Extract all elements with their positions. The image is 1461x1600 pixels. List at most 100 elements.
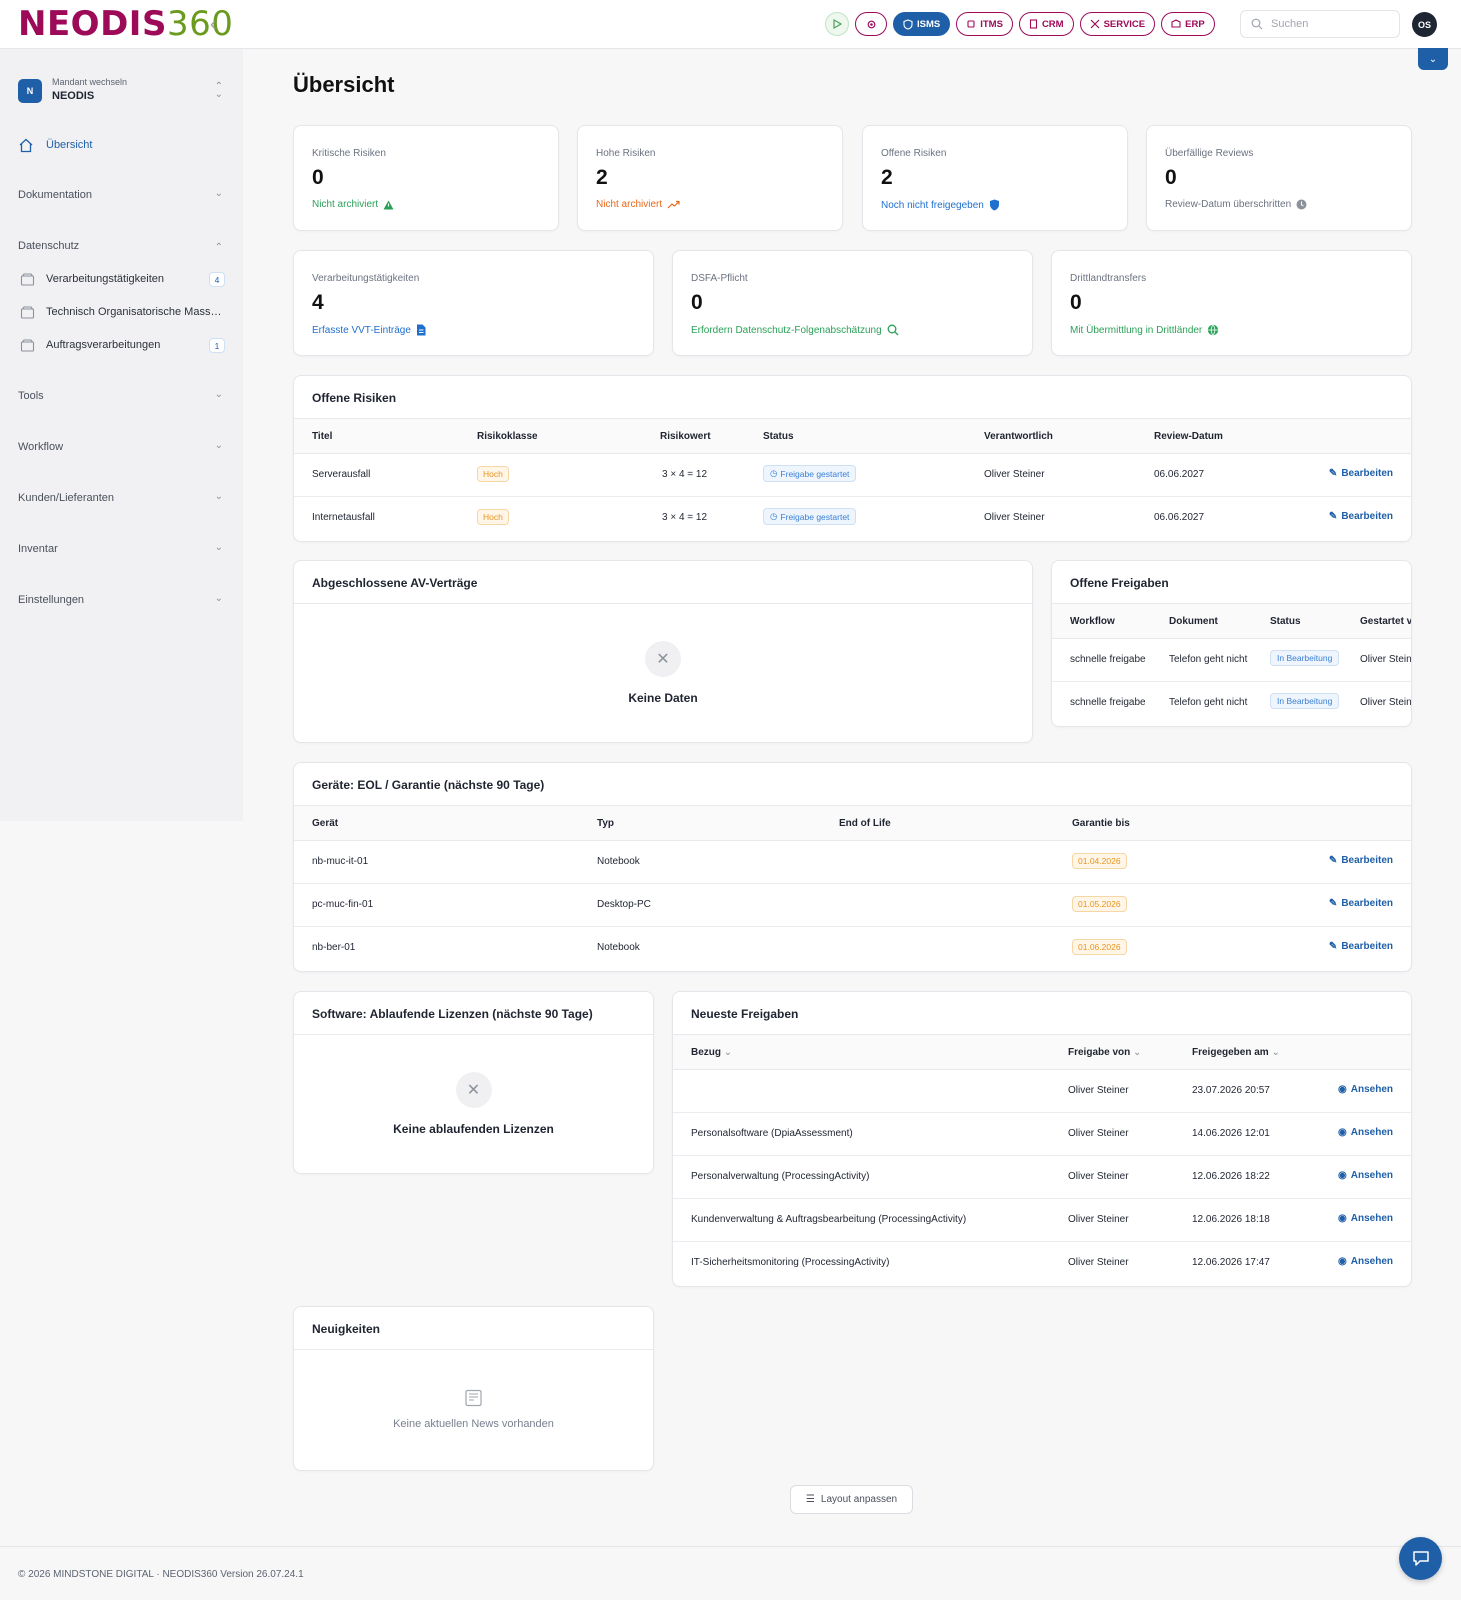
view-button[interactable]: ◉ Ansehen [1338,1256,1393,1267]
count-badge: 1 [209,338,225,353]
software-licenses-card: Software: Ablaufende Lizenzen (nächste 9… [293,991,654,1174]
table-header: Gerät Typ End of Life Garantie bis [294,805,1411,841]
kpi-hohe-risiken[interactable]: Hohe Risiken 2 Nicht archiviert [577,125,843,231]
table-row[interactable]: nb-muc-it-01 Notebook 01.04.2026 ✎ Bearbe… [294,841,1411,884]
chevron-down-icon: ⌄ [214,188,223,199]
view-button[interactable]: ◉ Ansehen [1338,1213,1393,1224]
edit-button[interactable]: ✎ Bearbeiten [1329,511,1393,522]
table-header: Bezug ⌄ Freigabe von ⌄ Freigegeben am ⌄ [673,1034,1411,1070]
sidebar-item-kunden-lieferanten[interactable]: Kunden/Lieferanten ⌄ [18,488,223,508]
module-erp-button[interactable]: ERP [1161,12,1215,36]
edit-button[interactable]: ✎ Bearbeiten [1329,898,1393,909]
table-row[interactable]: Kundenverwaltung & Auftragsbearbeitung (… [673,1199,1411,1242]
settings-module-button[interactable] [855,12,887,36]
layout-adjust-button[interactable]: ☰ Layout anpassen [790,1485,913,1514]
table-row[interactable]: pc-muc-fin-01 Desktop-PC 01.05.2026 ✎ Bea… [294,884,1411,927]
chip-icon [967,20,975,28]
edit-icon: ✎ [1328,468,1338,479]
expand-panel-button[interactable]: ⌄ [1418,48,1448,70]
tenant-switch-label: Mandant wechseln [52,77,128,87]
news-card: Neuigkeiten Keine aktuellen News vorhand… [293,1306,654,1471]
view-button[interactable]: ◉ Ansehen [1338,1127,1393,1138]
kpi-ueberfaellige-reviews[interactable]: Überfällige Reviews 0 Review-Datum übers… [1146,125,1412,231]
warranty-date-badge: 01.06.2026 [1072,939,1127,955]
search-icon [887,324,899,336]
sidebar-item-einstellungen[interactable]: Einstellungen ⌄ [18,590,223,610]
sidebar-item-uebersicht[interactable]: Übersicht [18,135,223,155]
sidebar-item-tools[interactable]: Tools ⌄ [18,386,223,406]
sort-freigegeben-am[interactable]: Freigegeben am ⌄ [1192,1047,1280,1058]
latest-approvals-card: Neueste Freigaben Bezug ⌄ Freigabe von ⌄… [672,991,1412,1287]
table-row[interactable]: schnelle freigabe Telefon geht nicht In … [1052,682,1411,725]
count-badge: 4 [209,272,225,287]
status-badge: ◷ Freigabe gestartet [763,465,857,482]
status-badge: In Bearbeitung [1270,650,1340,666]
kpi-offene-risiken[interactable]: Offene Risiken 2 Noch nicht freigegeben [862,125,1128,231]
chevron-up-icon: ⌃ [214,242,223,253]
warranty-date-badge: 01.04.2026 [1072,853,1127,869]
module-service-button[interactable]: SERVICE [1079,12,1156,36]
edit-icon: ✎ [1328,855,1338,866]
kpi-drittlandtransfers[interactable]: Drittlandtransfers 0 Mit Übermittlung in… [1051,250,1412,356]
table-header: Titel Risikoklasse Risikowert Status Ver… [294,418,1411,454]
tenant-switcher[interactable]: N Mandant wechseln NEODIS ⌃ ⌄ [18,77,223,107]
kpi-dsfa-pflicht[interactable]: DSFA-Pflicht 0 Erfordern Datenschutz-Fol… [672,250,1033,356]
chat-button[interactable] [1399,1537,1442,1580]
module-switcher: ISMS ITMS CRM SERVICE ERP [825,12,1215,36]
open-risks-card: Offene Risiken Titel Risikoklasse Risiko… [293,375,1412,542]
table-row[interactable]: Personalverwaltung (ProcessingActivity) … [673,1156,1411,1199]
kpi-verarbeitungstaetigkeiten[interactable]: Verarbeitungstätigkeiten 4 Erfasste VVT-… [293,250,654,356]
table-row[interactable]: Oliver Steiner 23.07.2026 20:57 ◉ Ansehen [673,1070,1411,1113]
sidebar-item-toms[interactable]: Technisch Organisatorische Massnahmen [20,302,225,322]
tenant-badge: N [18,79,42,103]
risk-class-badge: Hoch [477,509,509,525]
chat-icon [1412,1551,1429,1566]
module-itms-button[interactable]: ITMS [956,12,1013,36]
edit-icon: ✎ [1328,941,1338,952]
view-button[interactable]: ◉ Ansehen [1338,1084,1393,1095]
sidebar-item-dokumentation[interactable]: Dokumentation ⌄ [18,185,223,205]
edit-button[interactable]: ✎ Bearbeiten [1329,468,1393,479]
view-button[interactable]: ◉ Ansehen [1338,1170,1393,1181]
collapse-sidebar-icon[interactable]: ‹ [210,14,216,35]
sidebar-item-inventar[interactable]: Inventar ⌄ [18,539,223,559]
sidebar: N Mandant wechseln NEODIS ⌃ ⌄ Übersicht D… [0,49,243,821]
top-bar: NEODIS360 ‹ ISMS ITMS CRM SERVICE ERP Su… [0,0,1461,49]
edit-button[interactable]: ✎ Bearbeiten [1329,941,1393,952]
module-crm-button[interactable]: CRM [1018,12,1074,36]
clock-icon: ◷ [770,511,778,521]
search-input[interactable]: Suchen [1240,10,1400,38]
tenant-name: NEODIS [52,90,95,102]
archive-icon [20,272,36,286]
kpi-kritische-risiken[interactable]: Kritische Risiken 0 Nicht archiviert [293,125,559,231]
empty-state: ✕ Keine Daten [294,641,1032,705]
sidebar-item-verarbeitungstaetigkeiten[interactable]: Verarbeitungstätigkeiten 4 [20,269,225,289]
sidebar-item-auftragsverarbeitungen[interactable]: Auftragsverarbeitungen 1 [20,335,225,355]
play-button[interactable] [825,12,849,36]
table-row[interactable]: Serverausfall Hoch 3 × 4 = 12 ◷ Freigabe … [294,454,1411,497]
page-title: Übersicht [293,72,395,97]
module-isms-button[interactable]: ISMS [893,12,951,36]
sidebar-item-workflow[interactable]: Workflow ⌄ [18,437,223,457]
table-row[interactable]: IT-Sicherheitsmonitoring (ProcessingActi… [673,1242,1411,1285]
table-row[interactable]: schnelle freigabe Telefon geht nicht In … [1052,639,1411,682]
sort-bezug[interactable]: Bezug ⌄ [691,1047,732,1058]
app-logo[interactable]: NEODIS360 [18,6,233,42]
sidebar-item-datenschutz[interactable]: Datenschutz ⌃ [18,236,223,256]
table-row[interactable]: nb-ber-01 Notebook 01.06.2026 ✎ Bearbeite… [294,927,1411,970]
chevron-down-icon: ⌄ [1271,1047,1280,1058]
user-avatar[interactable]: OS [1412,12,1437,37]
clock-icon: ◷ [770,468,778,478]
edit-icon: ✎ [1328,898,1338,909]
globe-icon [1208,324,1219,336]
footer-text: © 2026 MINDSTONE DIGITAL · NEODIS360 Ver… [18,1569,304,1580]
play-icon [833,19,842,29]
shield-icon [989,199,999,211]
edit-button[interactable]: ✎ Bearbeiten [1329,855,1393,866]
sliders-icon: ☰ [805,1494,815,1505]
table-row[interactable]: Personalsoftware (DpiaAssessment) Oliver… [673,1113,1411,1156]
status-badge: In Bearbeitung [1270,693,1340,709]
table-row[interactable]: Internetausfall Hoch 3 × 4 = 12 ◷ Freigab… [294,497,1411,540]
sort-freigabe-von[interactable]: Freigabe von ⌄ [1068,1047,1141,1058]
edit-icon: ✎ [1328,511,1338,522]
